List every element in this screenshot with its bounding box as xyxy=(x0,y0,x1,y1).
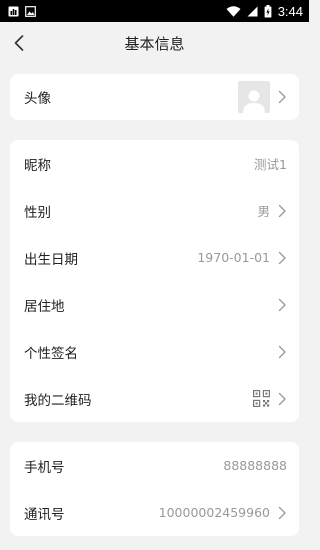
contact-card: 手机号 88888888 通讯号 10000002459960 xyxy=(10,442,299,536)
qrcode-row-right xyxy=(253,390,287,407)
gender-row[interactable]: 性别 男 xyxy=(10,187,299,234)
residence-label: 居住地 xyxy=(24,298,65,315)
avatar-row[interactable]: 头像 xyxy=(10,74,299,120)
phone-value: 88888888 xyxy=(223,458,287,473)
gender-label: 性别 xyxy=(24,204,51,221)
chevron-right-icon xyxy=(278,204,286,217)
back-arrow-icon xyxy=(14,35,24,51)
status-bar-right: 3:44 xyxy=(226,4,303,19)
status-time: 3:44 xyxy=(277,3,303,19)
profile-card: 昵称 测试1 性别 男 出生日期 1970-01-01 居住地 个性签名 我的二… xyxy=(10,140,299,422)
chevron-right-icon xyxy=(278,90,286,104)
residence-row[interactable]: 居住地 xyxy=(10,281,299,328)
chevron-right-icon xyxy=(278,345,286,358)
avatar-row-right xyxy=(238,81,287,113)
comm-id-row[interactable]: 通讯号 10000002459960 xyxy=(10,489,299,536)
birthday-value: 1970-01-01 xyxy=(197,250,270,265)
wifi-icon xyxy=(226,5,241,17)
avatar-placeholder-icon xyxy=(243,90,265,113)
avatar-card: 头像 xyxy=(10,74,299,120)
nickname-label: 昵称 xyxy=(24,157,51,174)
back-button[interactable] xyxy=(8,32,30,54)
nickname-value: 测试1 xyxy=(254,157,287,172)
phone-row[interactable]: 手机号 88888888 xyxy=(10,442,299,489)
chevron-right-icon xyxy=(278,392,286,405)
birthday-row-right: 1970-01-01 xyxy=(197,250,287,265)
comm-id-value: 10000002459960 xyxy=(158,505,270,520)
signal-icon xyxy=(247,6,258,16)
qr-code-icon xyxy=(253,390,270,407)
residence-row-right xyxy=(270,298,287,312)
nickname-row[interactable]: 昵称 测试1 xyxy=(10,140,299,187)
nickname-row-right: 测试1 xyxy=(254,154,287,173)
comm-id-row-right: 10000002459960 xyxy=(159,505,287,520)
status-bar-left xyxy=(8,5,36,17)
avatar[interactable] xyxy=(238,81,270,113)
page-title: 基本信息 xyxy=(124,34,185,53)
phone-label: 手机号 xyxy=(24,459,65,476)
chevron-right-icon xyxy=(278,506,286,519)
gender-value: 男 xyxy=(257,204,270,219)
signature-label: 个性签名 xyxy=(24,345,78,362)
nav-bar: 基本信息 xyxy=(0,22,309,64)
qrcode-row[interactable]: 我的二维码 xyxy=(10,375,299,422)
birthday-label: 出生日期 xyxy=(24,251,78,268)
signature-row-right xyxy=(270,345,287,359)
phone-row-right: 88888888 xyxy=(223,458,287,473)
chevron-right-icon xyxy=(278,298,286,311)
comm-id-label: 通讯号 xyxy=(24,506,65,523)
qrcode-label: 我的二维码 xyxy=(24,392,92,409)
birthday-row[interactable]: 出生日期 1970-01-01 xyxy=(10,234,299,281)
battery-icon xyxy=(264,4,272,17)
chevron-right-icon xyxy=(278,251,286,264)
signature-row[interactable]: 个性签名 xyxy=(10,328,299,375)
avatar-label: 头像 xyxy=(24,91,51,107)
image-icon xyxy=(25,5,36,17)
status-bar: 3:44 xyxy=(0,0,309,22)
gender-row-right: 男 xyxy=(257,201,287,220)
notification-icon xyxy=(8,6,19,16)
